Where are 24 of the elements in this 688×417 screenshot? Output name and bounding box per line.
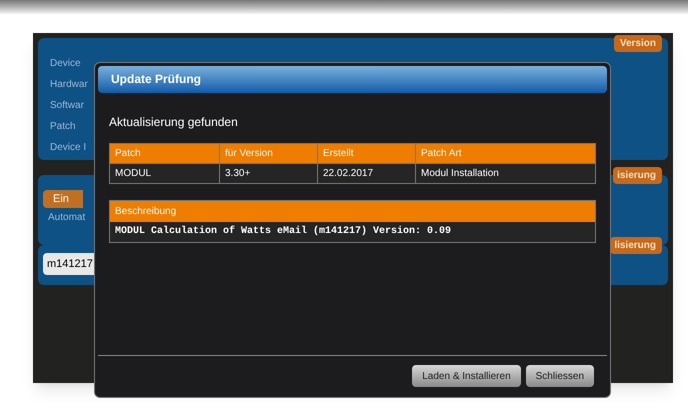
info-label: Device I [50, 141, 86, 155]
column-header: Patch [110, 144, 220, 164]
table-cell: 3.30+ [220, 164, 318, 184]
info-label: Patch [50, 120, 76, 134]
table-cell: MODUL [110, 164, 220, 184]
column-header: für Version [220, 144, 318, 164]
table-cell: 22.02.2017 [318, 164, 416, 184]
dialog-title: Update Prüfung [98, 66, 607, 93]
table-cell: Modul Installation [416, 164, 596, 184]
section-badge: lisierung [610, 237, 662, 254]
info-label: Device [50, 57, 81, 71]
setting-label: Automat [47, 211, 86, 225]
description-text: MODUL Calculation of Watts eMail (m141217) Version: 0.09 [110, 222, 595, 242]
toggle-on-button[interactable]: Ein [43, 190, 83, 208]
description-heading: Beschreibung [110, 201, 595, 222]
dialog-heading: Aktualisierung gefunden [109, 114, 239, 131]
section-badge: Version [614, 35, 662, 52]
info-label: Softwar [50, 99, 84, 113]
column-header: Erstellt [318, 144, 416, 164]
section-badge: isierung [613, 167, 662, 184]
dialog-button[interactable]: Schliessen [526, 365, 594, 387]
info-label: Hardwar [50, 78, 88, 92]
column-header: Patch Art [416, 144, 596, 164]
dialog-button[interactable]: Laden & Installieren [412, 365, 521, 387]
